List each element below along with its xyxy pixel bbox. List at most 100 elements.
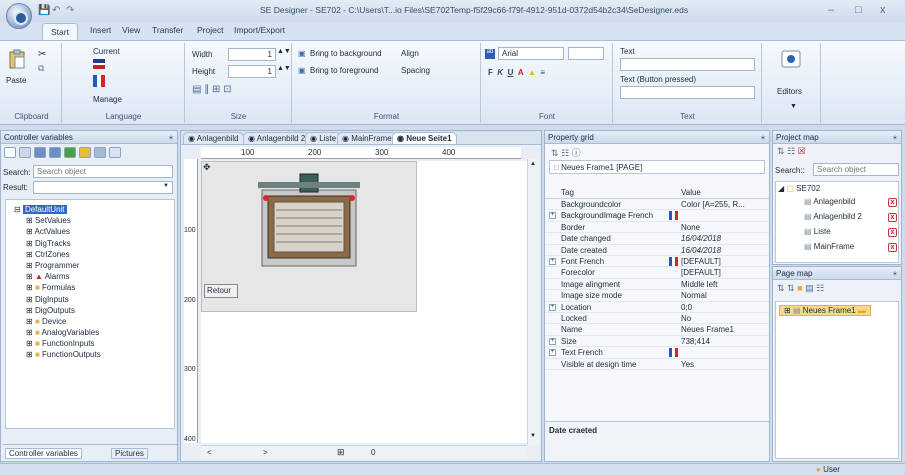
same-size-icons[interactable]: ▤ ∥ ⊞ ⊡ [192, 84, 232, 95]
maximize-button[interactable]: □ [855, 4, 862, 16]
horizontal-scrollbar[interactable]: < > ⊞ 0 [201, 445, 527, 459]
height-spinner[interactable]: ▲▼ [277, 65, 291, 72]
tree-item-actvalues[interactable]: ⊞ ActValues [14, 226, 174, 237]
delete-liste-icon[interactable]: x [888, 228, 897, 237]
property-row[interactable]: + Font French [DEFAULT] [545, 256, 769, 268]
digital-icon[interactable] [49, 147, 61, 158]
copy-tool-icon[interactable] [94, 147, 106, 158]
expand-icon[interactable]: + [549, 212, 556, 220]
property-row[interactable]: Date changed 16/04/2018 [545, 233, 769, 245]
width-spinner[interactable]: ▲▼ [277, 48, 291, 55]
property-row[interactable]: Locked No [545, 313, 769, 325]
tab-controller-variables[interactable]: Controller variables [5, 448, 82, 459]
page-item-neues-frame1[interactable]: ⊞ ▤ Neues Frame1 ▬ [779, 305, 871, 316]
tree-item-functionoutputs[interactable]: ⊞ ■ FunctionOutputs [14, 349, 174, 360]
page-folder-icon[interactable]: ■ [797, 283, 802, 293]
page-map-pin-icon[interactable]: ⁎ [893, 268, 897, 277]
property-value[interactable]: No [681, 314, 691, 323]
group-icon[interactable] [19, 147, 31, 158]
property-row[interactable]: + Location 0;0 [545, 302, 769, 313]
frame-page[interactable]: Retour [201, 161, 417, 312]
tree-item-digoutputs[interactable]: ⊞ DigOutputs [14, 305, 174, 316]
width-input[interactable]: 1 [228, 48, 276, 61]
property-value[interactable]: 738;414 [681, 337, 710, 346]
french-flag-icon[interactable] [93, 75, 105, 87]
expand-icon[interactable]: + [549, 258, 556, 265]
tab-pictures[interactable]: Pictures [111, 448, 148, 459]
tree-item-setvalues[interactable]: ⊞ SetValues [14, 215, 174, 226]
property-value[interactable]: Normal [681, 291, 707, 300]
project-map-pin-icon[interactable]: ⁎ [893, 132, 897, 141]
property-row[interactable]: Backgroundcolor Color [A=255, R... [545, 199, 769, 211]
sort-icon[interactable] [4, 147, 16, 158]
text-input[interactable] [620, 58, 755, 71]
result-select[interactable]: ▼ [33, 181, 173, 194]
text-pressed-input[interactable] [620, 86, 755, 99]
cut-icon[interactable]: ✂ [38, 49, 46, 60]
project-search-input[interactable] [813, 163, 899, 176]
tree-item-digtracks[interactable]: ⊞ DigTracks [14, 238, 174, 249]
doc-tab-anlagenbild[interactable]: ◉ Anlagenbild [183, 132, 244, 144]
move-handle-icon[interactable]: ✥ [203, 162, 211, 173]
page-copy-icon[interactable]: ▤ [805, 283, 814, 293]
chart-icon[interactable] [64, 147, 76, 158]
info-icon[interactable]: ⓘ [572, 148, 581, 158]
editors-icon[interactable] [781, 50, 801, 68]
tab-project[interactable]: Project [197, 25, 223, 35]
vertical-scrollbar[interactable]: ▲ ▼ [527, 159, 539, 445]
property-value[interactable]: 16/04/2018 [681, 234, 721, 243]
zoom-fit-icon[interactable]: ⊞ [337, 447, 345, 458]
pin-icon[interactable]: ⁎ [169, 132, 173, 141]
filter-icon[interactable] [34, 147, 46, 158]
property-row[interactable]: Image alingment Middle left [545, 279, 769, 291]
editors-dropdown-icon[interactable]: ▼ [790, 103, 797, 110]
property-value[interactable]: 0;0 [681, 303, 692, 312]
page-sort-desc-icon[interactable]: ⇅ [787, 283, 795, 293]
tree-item-diginputs[interactable]: ⊞ DigInputs [14, 294, 174, 305]
bring-foreground-icon[interactable]: ▣ [298, 66, 306, 75]
tree-item-formulas[interactable]: ⊞ ■ Formulas [14, 282, 174, 293]
property-value[interactable]: [DEFAULT] [681, 257, 721, 266]
tree-item-alarms[interactable]: ⊞ ▲ Alarms [14, 271, 174, 282]
tab-view[interactable]: View [122, 25, 140, 35]
property-row[interactable]: Name Neues Frame1 [545, 324, 769, 336]
property-row[interactable]: Visible at design time Yes [545, 359, 769, 370]
property-row[interactable]: + BackgroundImage French [545, 210, 769, 222]
font-family-select[interactable]: Arial [498, 47, 564, 60]
close-button[interactable]: x [880, 4, 886, 16]
property-row[interactable]: Image size mode Normal [545, 290, 769, 302]
property-row[interactable]: + Text French [545, 347, 769, 359]
expand-icon[interactable]: + [549, 337, 556, 345]
tree-item-device[interactable]: ⊞ ■ Device [14, 316, 174, 327]
tree-item-analogvariables[interactable]: ⊞ ■ AnalogVariables [14, 327, 174, 338]
property-row[interactable]: + Size 738;414 [545, 336, 769, 348]
tree-item-ctrlzones[interactable]: ⊞ CtrlZones [14, 249, 174, 260]
redo-icon[interactable]: ↷ [66, 5, 74, 16]
doc-tab-mainframe[interactable]: ◉ MainFrame [337, 132, 397, 144]
manage-button[interactable]: Manage [93, 95, 122, 104]
categorized-icon[interactable]: ☷ [561, 148, 569, 158]
user-status[interactable]: ● User [816, 465, 840, 474]
minimize-button[interactable]: – [828, 4, 834, 16]
language-flag-icon[interactable] [93, 59, 105, 69]
project-root[interactable]: ◢ ▢ SE702 [778, 184, 820, 193]
alphabetical-icon[interactable]: ⇅ [551, 148, 559, 158]
bring-background-icon[interactable]: ▣ [298, 49, 306, 58]
editors-button[interactable]: Editors [777, 87, 802, 96]
project-item-liste[interactable]: ▤ Liste [804, 227, 831, 236]
settings-icon[interactable] [109, 147, 121, 158]
controller-search-input[interactable] [33, 165, 173, 178]
tab-insert[interactable]: Insert [90, 25, 111, 35]
delete-anlagenbild-icon[interactable]: x [888, 198, 897, 207]
page-tree-icon[interactable]: ☷ [816, 283, 824, 293]
property-value[interactable]: 16/04/2018 [681, 246, 721, 255]
property-value[interactable]: Color [A=255, R... [681, 200, 745, 209]
spacing-button[interactable]: Spacing [401, 66, 430, 75]
tree-item-programmer[interactable]: ⊞ Programmer [14, 260, 174, 271]
property-pin-icon[interactable]: ⁎ [761, 132, 765, 141]
property-row[interactable]: Forecolor [DEFAULT] [545, 267, 769, 279]
bring-to-foreground-button[interactable]: Bring to foreground [310, 66, 379, 75]
design-canvas[interactable]: Retour ✥ [201, 161, 527, 443]
retour-button[interactable]: Retour [204, 284, 238, 298]
property-value[interactable]: [DEFAULT] [681, 268, 721, 277]
